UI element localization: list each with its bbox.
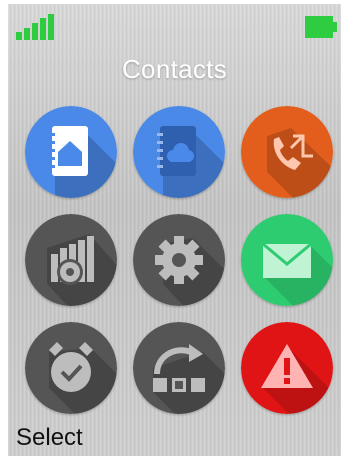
phone-screen: Contacts Select bbox=[8, 4, 341, 456]
signal-strength-icon bbox=[16, 14, 54, 40]
phone-call-arrows-icon bbox=[241, 106, 333, 198]
gear-icon bbox=[133, 214, 225, 306]
page-title: Contacts bbox=[121, 54, 227, 84]
system-settings-tile[interactable] bbox=[25, 214, 117, 306]
softkey-left[interactable]: Select bbox=[16, 424, 83, 452]
sync-rotate-icon bbox=[133, 322, 225, 414]
address-book-home-icon bbox=[25, 106, 117, 198]
messages-tile[interactable] bbox=[241, 214, 333, 306]
sync-tile[interactable] bbox=[133, 322, 225, 414]
chart-gear-icon bbox=[25, 214, 117, 306]
settings-tile[interactable] bbox=[133, 214, 225, 306]
address-book-cloud-icon bbox=[133, 106, 225, 198]
alarm-clock-check-icon bbox=[25, 322, 117, 414]
battery-icon bbox=[305, 16, 337, 38]
contacts-local-tile[interactable] bbox=[25, 106, 117, 198]
call-log-tile[interactable] bbox=[241, 106, 333, 198]
alarm-tile[interactable] bbox=[25, 322, 117, 414]
envelope-icon bbox=[241, 214, 333, 306]
status-bar bbox=[8, 4, 341, 44]
alert-tile[interactable] bbox=[241, 322, 333, 414]
contacts-cloud-tile[interactable] bbox=[133, 106, 225, 198]
app-menu-grid bbox=[8, 106, 341, 416]
warning-triangle-icon bbox=[241, 322, 333, 414]
